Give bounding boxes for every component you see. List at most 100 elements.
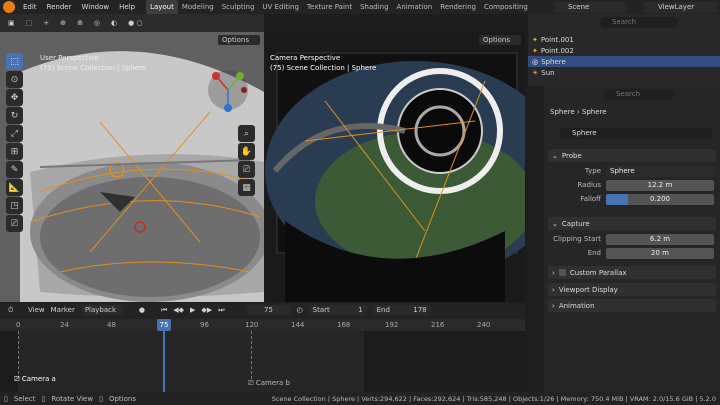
- breadcrumb: Sphere › Sphere: [550, 108, 607, 116]
- timeline-menu-view[interactable]: View: [28, 306, 45, 314]
- tab-modeling[interactable]: Modeling: [178, 0, 218, 14]
- tab-compositing[interactable]: Compositing: [480, 0, 532, 14]
- status-bar: ▯ Select ▯ Rotate View ▯ Options Scene Coll…: [0, 392, 720, 405]
- chevron-right-icon: ›: [552, 301, 555, 310]
- transform-tool-icon[interactable]: ⊞: [6, 143, 23, 160]
- tab-uv-editing[interactable]: UV Editing: [258, 0, 303, 14]
- tick-label: 48: [107, 321, 116, 329]
- select-box-tool-icon[interactable]: ⬚: [6, 53, 23, 70]
- snap-icon[interactable]: ⋒: [73, 18, 87, 28]
- add-icon[interactable]: +: [39, 18, 54, 28]
- falloff-slider[interactable]: 0.200: [606, 193, 714, 205]
- marker-camera-a[interactable]: ⎚ Camera a: [14, 375, 56, 384]
- status-rotate: Rotate View: [51, 394, 94, 403]
- pan-hand-icon[interactable]: ✋: [238, 143, 255, 160]
- shading-icon[interactable]: ● ○: [124, 18, 147, 28]
- tab-layout[interactable]: Layout: [146, 0, 178, 14]
- jump-start-icon[interactable]: ⏮: [161, 306, 167, 315]
- type-label: Type: [584, 167, 601, 175]
- measure-tool-icon[interactable]: 📐: [6, 179, 23, 196]
- chevron-down-icon: ⌄: [552, 219, 558, 228]
- view-tools: ⌕ ✋ ⎚ ▦: [238, 124, 258, 197]
- marker-camera-b[interactable]: ⎚ Camera b: [248, 379, 290, 388]
- timeline-menu-marker[interactable]: Marker: [51, 306, 75, 314]
- status-info: Scene Collection | Sphere | Verts:294,62…: [271, 394, 716, 403]
- type-select[interactable]: Sphere: [606, 165, 714, 177]
- mouse-right-icon: ▯: [99, 394, 103, 403]
- clipping-end-field[interactable]: 20 m: [606, 247, 714, 259]
- zoom-icon[interactable]: ⌕: [238, 125, 255, 142]
- capture-panel-header[interactable]: ⌄ Capture: [548, 217, 716, 230]
- menu-edit[interactable]: Edit: [18, 0, 42, 14]
- properties-search[interactable]: Search: [604, 89, 674, 100]
- cursor-tool-icon[interactable]: ⊙: [6, 71, 23, 88]
- add-cube-tool-icon[interactable]: ◳: [6, 197, 23, 214]
- clipping-start-field[interactable]: 6.2 m: [606, 233, 714, 245]
- light-icon: ✦: [532, 46, 538, 55]
- menu-render[interactable]: Render: [42, 0, 77, 14]
- jump-end-icon[interactable]: ⏭: [218, 306, 224, 315]
- animation-panel[interactable]: › Animation: [548, 299, 716, 312]
- proportional-icon[interactable]: ◎: [89, 18, 104, 28]
- tick-label: 216: [431, 321, 445, 329]
- status-options: Options: [108, 394, 136, 403]
- grid-view-icon[interactable]: ▦: [238, 179, 255, 196]
- custom-parallax-checkbox[interactable]: [558, 269, 566, 276]
- move-tool-icon[interactable]: ✥: [6, 89, 23, 106]
- annotate-tool-icon[interactable]: ✎: [6, 161, 23, 178]
- scale-tool-icon[interactable]: ⤢: [6, 125, 23, 142]
- play-icon[interactable]: ▶: [190, 306, 195, 314]
- end-frame-field[interactable]: End 178: [372, 305, 431, 315]
- start-frame-field[interactable]: Start 1: [308, 305, 367, 315]
- properties-editor: Search Sphere › Sphere Sphere ⌄ Probe Typ…: [528, 86, 720, 392]
- tab-animation[interactable]: Animation: [393, 0, 437, 14]
- scene-selector[interactable]: Scene: [554, 1, 626, 13]
- tab-sculpting[interactable]: Sculpting: [218, 0, 259, 14]
- menu-window[interactable]: Window: [76, 0, 114, 14]
- marker-line: [251, 331, 252, 379]
- outliner-item-sun[interactable]: ☀ Sun: [528, 67, 720, 78]
- tab-texture-paint[interactable]: Texture Paint: [303, 0, 356, 14]
- next-keyframe-icon[interactable]: ◆▶: [201, 306, 212, 314]
- select-mode-icon[interactable]: ⬚: [21, 18, 37, 28]
- timeline-track[interactable]: ⎚ Camera a ⎚ Camera b: [0, 331, 525, 392]
- timeline-ruler[interactable]: 0 24 48 75 96 120 144 168 192 216 240: [0, 319, 525, 331]
- playback-dropdown[interactable]: Playback: [80, 305, 123, 315]
- probe-icon: ◎: [532, 57, 539, 66]
- overlay-icon[interactable]: ◐: [106, 18, 122, 28]
- capture-panel: ⌄ Capture Clipping Start 6.2 m End 20 m: [546, 214, 718, 261]
- camera-options-button[interactable]: Options: [479, 35, 521, 45]
- outliner-search[interactable]: Search: [600, 17, 678, 28]
- falloff-label: Falloff: [580, 195, 601, 203]
- radius-field[interactable]: 12.2 m: [606, 179, 714, 191]
- transform-icon[interactable]: ⊕: [56, 18, 70, 28]
- custom-parallax-panel[interactable]: › Custom Parallax: [548, 266, 716, 279]
- tab-rendering[interactable]: Rendering: [436, 0, 480, 14]
- probe-panel-header[interactable]: ⌄ Probe: [548, 149, 716, 162]
- record-icon[interactable]: ●: [139, 306, 145, 314]
- tab-shading[interactable]: Shading: [356, 0, 392, 14]
- outliner-item-sphere[interactable]: ◎ Sphere: [528, 56, 720, 67]
- status-select: Select: [13, 394, 36, 403]
- editor-type-icon[interactable]: ⏱: [8, 306, 22, 315]
- rotate-tool-icon[interactable]: ↻: [6, 107, 23, 124]
- navigation-gizmo[interactable]: [206, 68, 250, 112]
- camera-tool-icon[interactable]: ⎚: [6, 215, 23, 232]
- options-button[interactable]: Options: [218, 35, 260, 45]
- data-name-field[interactable]: Sphere: [560, 128, 712, 139]
- camera-view-icon[interactable]: ⎚: [238, 161, 255, 178]
- prev-keyframe-icon[interactable]: ◀◆: [173, 306, 184, 314]
- outliner-item-point-002[interactable]: ✦ Point.002: [528, 45, 720, 56]
- blender-logo-icon[interactable]: [3, 1, 15, 13]
- left-viewport[interactable]: ▣ ⬚ + ⊕ ⋒ ◎ ◐ ● ○ User Perspective (75) …: [0, 14, 264, 302]
- menu-help[interactable]: Help: [114, 0, 140, 14]
- outliner-item-point-001[interactable]: ✦ Point.001: [528, 34, 720, 45]
- scene-range: [18, 331, 364, 392]
- viewlayer-selector[interactable]: ViewLayer: [644, 1, 718, 13]
- marker-line: [18, 331, 19, 379]
- editor-type-icon[interactable]: ▣: [4, 18, 19, 28]
- camera-viewport[interactable]: Camera Perspective (75) Scene Collection…: [265, 31, 525, 302]
- current-frame-field[interactable]: 75: [246, 305, 291, 315]
- viewport-display-panel[interactable]: › Viewport Display: [548, 283, 716, 296]
- current-frame-indicator[interactable]: 75: [157, 319, 171, 331]
